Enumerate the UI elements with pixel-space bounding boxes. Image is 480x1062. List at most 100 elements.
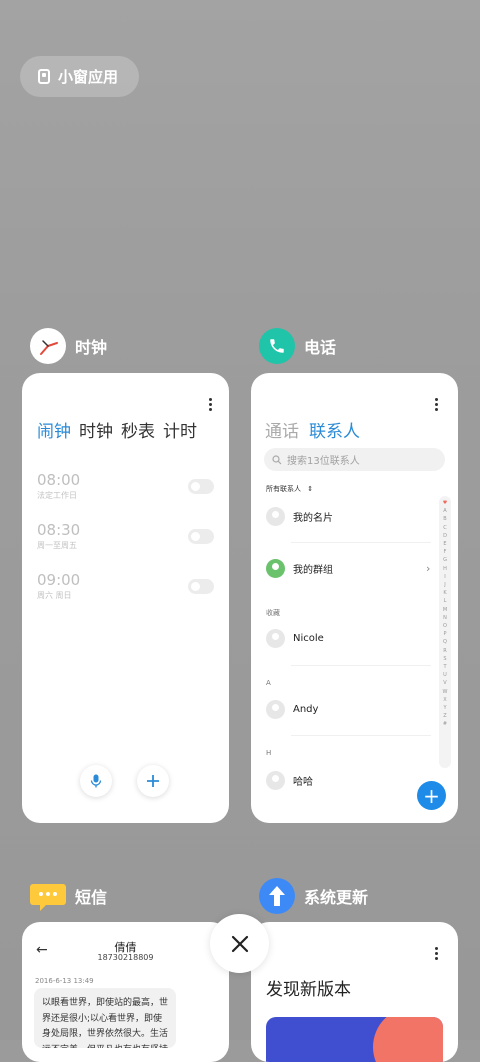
add-alarm-button[interactable] bbox=[137, 765, 169, 797]
my-card-label: 我的名片 bbox=[293, 513, 333, 524]
sort-arrows-icon: ⇕ bbox=[307, 485, 314, 493]
search-placeholder: 搜索13位联系人 bbox=[287, 456, 360, 467]
tab-contacts[interactable]: 联系人 bbox=[309, 417, 360, 442]
groups-icon bbox=[266, 559, 285, 578]
message-timestamp: 2016-6-13 13:49 bbox=[35, 977, 94, 985]
alphabet-letter[interactable]: B bbox=[443, 515, 446, 523]
sms-app-name: 短信 bbox=[75, 888, 108, 907]
alphabet-letter[interactable]: F bbox=[444, 548, 447, 556]
update-app-header[interactable]: 系统更新 bbox=[259, 878, 368, 914]
clock-tabs: 闹钟 时钟 秒表 计时 bbox=[37, 417, 197, 442]
contacts-filter-label: 所有联系人 bbox=[266, 485, 301, 493]
plus-icon bbox=[147, 775, 159, 787]
phone-icon bbox=[259, 328, 295, 364]
my-groups-item[interactable]: 我的群组 bbox=[266, 559, 333, 578]
alarm-toggle[interactable] bbox=[188, 479, 214, 494]
update-more-icon[interactable] bbox=[435, 947, 439, 962]
phone-card[interactable]: 通话 联系人 搜索13位联系人 所有联系人 ⇕ 我的名片 我的群组 › 收藏 N… bbox=[251, 373, 458, 823]
alphabet-letter[interactable]: G bbox=[443, 556, 447, 564]
avatar bbox=[266, 629, 285, 648]
small-window-icon bbox=[38, 69, 50, 84]
contact-number: 18730218809 bbox=[97, 953, 154, 962]
avatar bbox=[266, 771, 285, 790]
alphabet-index[interactable]: ♥ A B C D E F G H I J K L M N O P Q R S T U V W X Y Z # bbox=[439, 496, 451, 768]
clock-icon bbox=[30, 328, 66, 364]
alarm-toggle[interactable] bbox=[188, 529, 214, 544]
tab-timer[interactable]: 计时 bbox=[163, 417, 197, 442]
alphabet-letter[interactable]: L bbox=[444, 597, 447, 605]
clear-all-button[interactable] bbox=[210, 914, 269, 973]
my-card-item[interactable]: 我的名片 bbox=[266, 507, 333, 526]
voice-alarm-button[interactable] bbox=[80, 765, 112, 797]
sms-app-header[interactable]: 短信 bbox=[30, 878, 107, 914]
divider bbox=[291, 665, 431, 666]
phone-more-icon[interactable] bbox=[435, 398, 439, 413]
message-bubble[interactable]: 以眼看世界，即使站的最高，世界还是很小;以心看世界，即使身处局限，世界依然很大。… bbox=[34, 988, 176, 1048]
alphabet-letter[interactable]: D bbox=[443, 532, 447, 540]
update-app-name: 系统更新 bbox=[304, 888, 369, 907]
alphabet-letter[interactable]: Z bbox=[443, 712, 446, 720]
update-heading: 发现新版本 bbox=[266, 980, 351, 1000]
alphabet-letter[interactable]: N bbox=[443, 614, 447, 622]
avatar bbox=[266, 507, 285, 526]
alphabet-letter[interactable]: R bbox=[443, 647, 446, 655]
contact-item[interactable]: Andy bbox=[266, 700, 318, 719]
alphabet-letter[interactable]: X bbox=[443, 696, 446, 704]
section-header: 收藏 bbox=[266, 609, 280, 617]
search-icon bbox=[272, 454, 282, 464]
divider bbox=[291, 735, 431, 736]
up-arrow-icon bbox=[259, 878, 295, 914]
alphabet-letter[interactable]: C bbox=[443, 524, 447, 532]
plus-icon: + bbox=[423, 783, 440, 808]
clock-app-header[interactable]: 时钟 bbox=[30, 328, 107, 364]
contact-name: 哈哈 bbox=[293, 777, 313, 788]
chevron-right-icon: › bbox=[426, 562, 431, 575]
update-card[interactable]: 发现新版本 bbox=[251, 922, 458, 1062]
alphabet-letter[interactable]: P bbox=[443, 630, 446, 638]
alphabet-letter[interactable]: # bbox=[443, 720, 447, 728]
alphabet-letter[interactable]: Q bbox=[443, 638, 447, 646]
alphabet-letter[interactable]: H bbox=[443, 565, 447, 573]
alphabet-letter[interactable]: A bbox=[443, 507, 446, 515]
clock-card[interactable]: 闹钟 时钟 秒表 计时 08:00 法定工作日 08:30 周一至周五 09:0… bbox=[22, 373, 229, 823]
contact-name: Nicole bbox=[293, 633, 324, 644]
alphabet-letter[interactable]: Y bbox=[443, 704, 446, 712]
contact-item[interactable]: 哈哈 bbox=[266, 771, 313, 790]
my-groups-label: 我的群组 bbox=[293, 565, 333, 576]
alphabet-letter[interactable]: O bbox=[443, 622, 447, 630]
close-icon bbox=[231, 935, 248, 952]
add-contact-button[interactable]: + bbox=[417, 781, 446, 810]
section-header: A bbox=[266, 679, 271, 687]
alphabet-letter[interactable]: U bbox=[443, 671, 447, 679]
tab-alarm[interactable]: 闹钟 bbox=[37, 417, 71, 442]
phone-app-name: 电话 bbox=[304, 338, 337, 357]
small-window-label: 小窗应用 bbox=[58, 68, 119, 86]
avatar bbox=[266, 700, 285, 719]
alphabet-letter[interactable]: S bbox=[443, 655, 446, 663]
contact-search-input[interactable]: 搜索13位联系人 bbox=[264, 448, 445, 471]
contact-name: Andy bbox=[293, 704, 319, 715]
phone-app-header[interactable]: 电话 bbox=[259, 328, 336, 364]
alphabet-letter[interactable]: M bbox=[443, 606, 447, 614]
alphabet-letter[interactable]: W bbox=[443, 688, 448, 696]
tab-stopwatch[interactable]: 秒表 bbox=[121, 417, 155, 442]
contact-item[interactable]: Nicole bbox=[266, 629, 324, 648]
alphabet-letter[interactable]: K bbox=[443, 589, 446, 597]
alphabet-letter[interactable]: E bbox=[443, 540, 446, 548]
message-icon bbox=[30, 878, 66, 914]
microphone-icon bbox=[90, 774, 102, 788]
alphabet-letter[interactable]: V bbox=[443, 679, 446, 687]
tab-calls[interactable]: 通话 bbox=[265, 417, 299, 442]
tab-clock[interactable]: 时钟 bbox=[79, 417, 113, 442]
contacts-filter[interactable]: 所有联系人 ⇕ bbox=[266, 484, 313, 494]
sms-card[interactable]: ← 倩倩 18730218809 2016-6-13 13:49 以眼看世界，即… bbox=[22, 922, 229, 1062]
alphabet-letter[interactable]: J bbox=[444, 581, 445, 589]
alarm-toggle[interactable] bbox=[188, 579, 214, 594]
section-header: H bbox=[266, 749, 272, 757]
alphabet-letter[interactable]: I bbox=[444, 573, 445, 581]
alphabet-letter[interactable]: T bbox=[443, 663, 446, 671]
divider bbox=[291, 542, 431, 543]
alphabet-letter[interactable]: ♥ bbox=[443, 499, 447, 507]
small-window-apps-button[interactable]: 小窗应用 bbox=[20, 56, 139, 97]
clock-more-icon[interactable] bbox=[209, 398, 213, 413]
